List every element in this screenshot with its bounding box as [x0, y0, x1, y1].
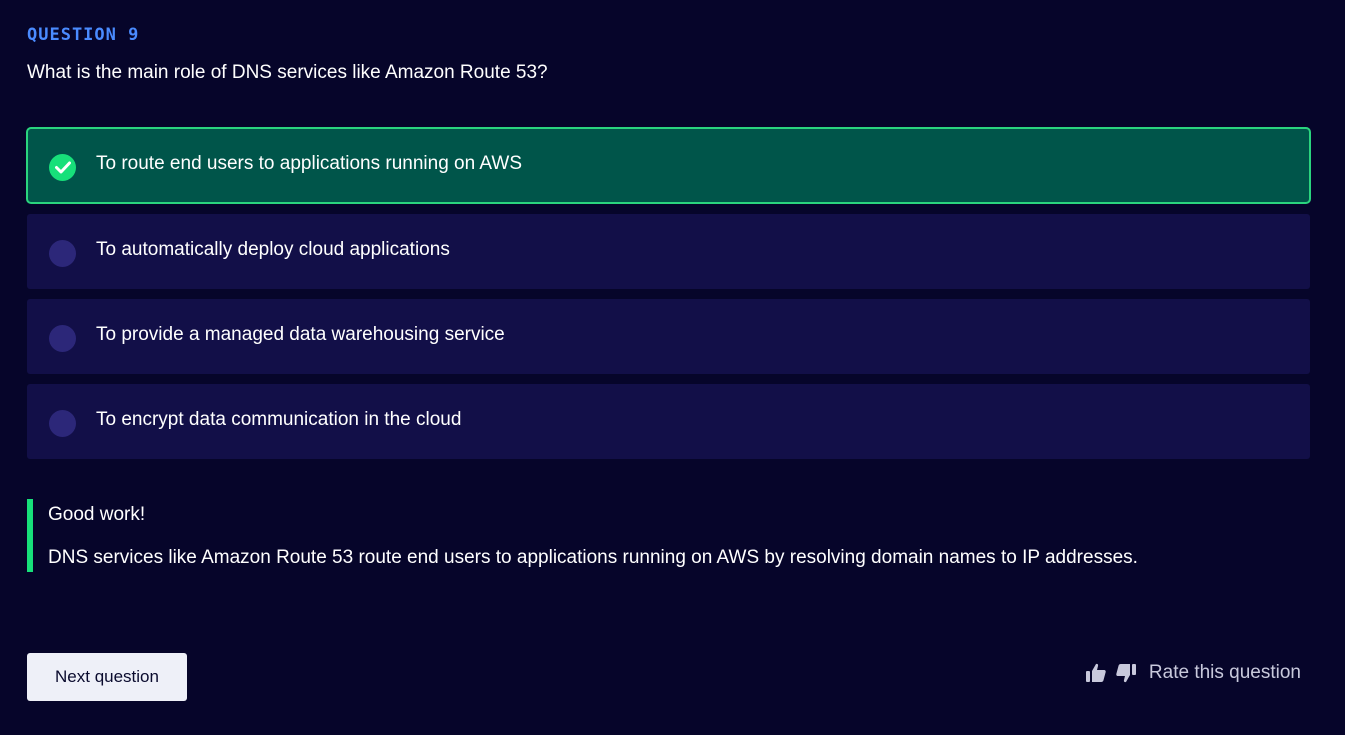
answer-option-label: To encrypt data communication in the clo…: [96, 409, 462, 430]
answer-option-1[interactable]: To route end users to applications runni…: [26, 127, 1311, 204]
answer-option-label: To automatically deploy cloud applicatio…: [96, 239, 450, 260]
answer-option-label: To route end users to applications runni…: [96, 153, 522, 174]
check-icon: [49, 154, 76, 181]
quiz-page: QUESTION 9 What is the main role of DNS …: [0, 0, 1345, 735]
thumbs-down-icon[interactable]: [1115, 662, 1137, 684]
radio-icon: [49, 240, 76, 267]
answer-options: To route end users to applications runni…: [26, 127, 1311, 469]
answer-option-4[interactable]: To encrypt data communication in the clo…: [27, 384, 1310, 459]
rate-question-label: Rate this question: [1148, 662, 1301, 683]
question-text: What is the main role of DNS services li…: [27, 62, 548, 83]
feedback-explanation: DNS services like Amazon Route 53 route …: [48, 547, 1138, 568]
next-question-button[interactable]: Next question: [27, 653, 187, 701]
answer-option-2[interactable]: To automatically deploy cloud applicatio…: [27, 214, 1310, 289]
feedback-title: Good work!: [48, 504, 146, 525]
answer-option-label: To provide a managed data warehousing se…: [96, 324, 505, 345]
rate-question: Rate this question: [1085, 662, 1301, 684]
radio-icon: [49, 410, 76, 437]
answer-option-3[interactable]: To provide a managed data warehousing se…: [27, 299, 1310, 374]
radio-icon: [49, 325, 76, 352]
thumbs-up-icon[interactable]: [1085, 662, 1107, 684]
answer-feedback: Good work! DNS services like Amazon Rout…: [27, 499, 1138, 572]
question-number: QUESTION 9: [27, 25, 140, 45]
